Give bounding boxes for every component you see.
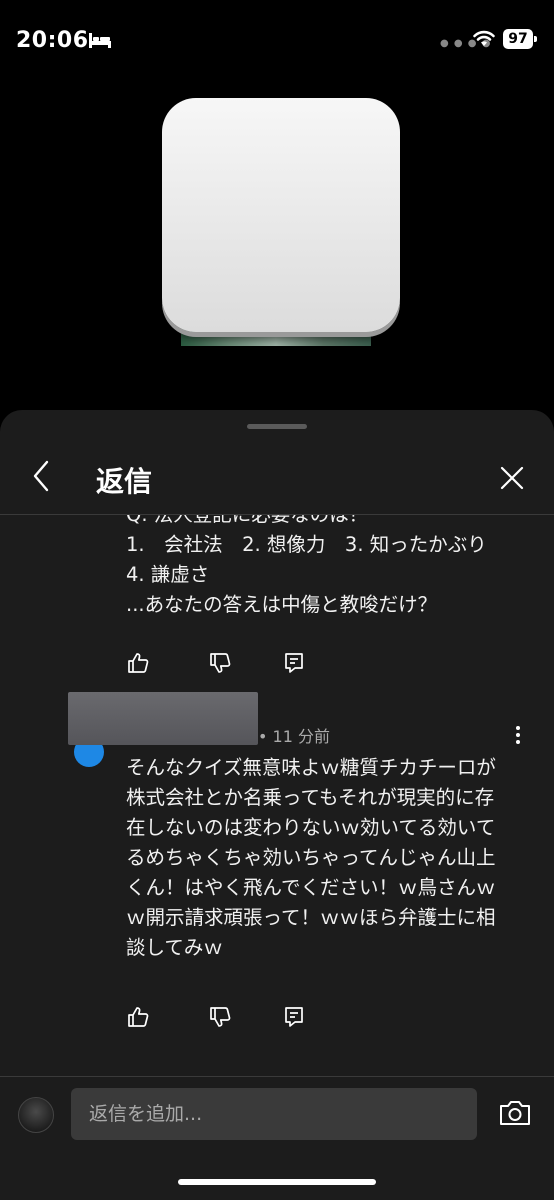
status-bar: 20:06 ● ● ● ● 97 bbox=[0, 0, 554, 70]
replies-panel: 返信 Q. 法人登記に必要なのは？ 1. 会社法 2. 想像力 3. 知ったかぶ… bbox=[0, 410, 554, 1200]
like-icon[interactable] bbox=[126, 651, 150, 675]
close-icon[interactable] bbox=[490, 456, 534, 500]
drag-handle[interactable] bbox=[247, 424, 307, 429]
comment-text: Q. 法人登記に必要なのは？ 1. 会社法 2. 想像力 3. 知ったかぶり 4… bbox=[126, 515, 487, 616]
home-indicator bbox=[178, 1179, 376, 1185]
reply-input[interactable] bbox=[71, 1088, 477, 1140]
user-avatar bbox=[18, 1097, 54, 1133]
comment-actions bbox=[126, 651, 326, 677]
divider bbox=[0, 1076, 554, 1077]
comment-timestamp: • 11 分前 bbox=[258, 727, 330, 746]
camera-icon[interactable] bbox=[498, 1098, 532, 1128]
dislike-icon[interactable] bbox=[208, 651, 232, 675]
sleep-focus-icon bbox=[89, 33, 111, 48]
comment-text: そんなクイズ無意味よｗ糖質チカチーロが株式会社とか名乗ってもそれが現実的に存在し… bbox=[126, 756, 496, 959]
video-player[interactable] bbox=[0, 70, 554, 410]
app-icon-overlay bbox=[162, 98, 400, 332]
back-arrow-icon[interactable] bbox=[22, 456, 62, 496]
battery-indicator: 97 bbox=[503, 29, 537, 49]
reply-icon[interactable] bbox=[282, 1005, 306, 1029]
comment-list: Q. 法人登記に必要なのは？ 1. 会社法 2. 想像力 3. 知ったかぶり 4… bbox=[0, 515, 554, 1075]
redacted-username bbox=[68, 692, 258, 745]
more-options-icon[interactable] bbox=[508, 723, 528, 747]
panel-header: 返信 bbox=[0, 448, 554, 514]
like-icon[interactable] bbox=[126, 1005, 150, 1029]
wifi-icon bbox=[473, 30, 495, 46]
reply-icon[interactable] bbox=[282, 651, 306, 675]
panel-title: 返信 bbox=[96, 465, 153, 498]
dislike-icon[interactable] bbox=[208, 1005, 232, 1029]
clock: 20:06 bbox=[16, 28, 89, 53]
comment-actions bbox=[126, 1005, 326, 1031]
